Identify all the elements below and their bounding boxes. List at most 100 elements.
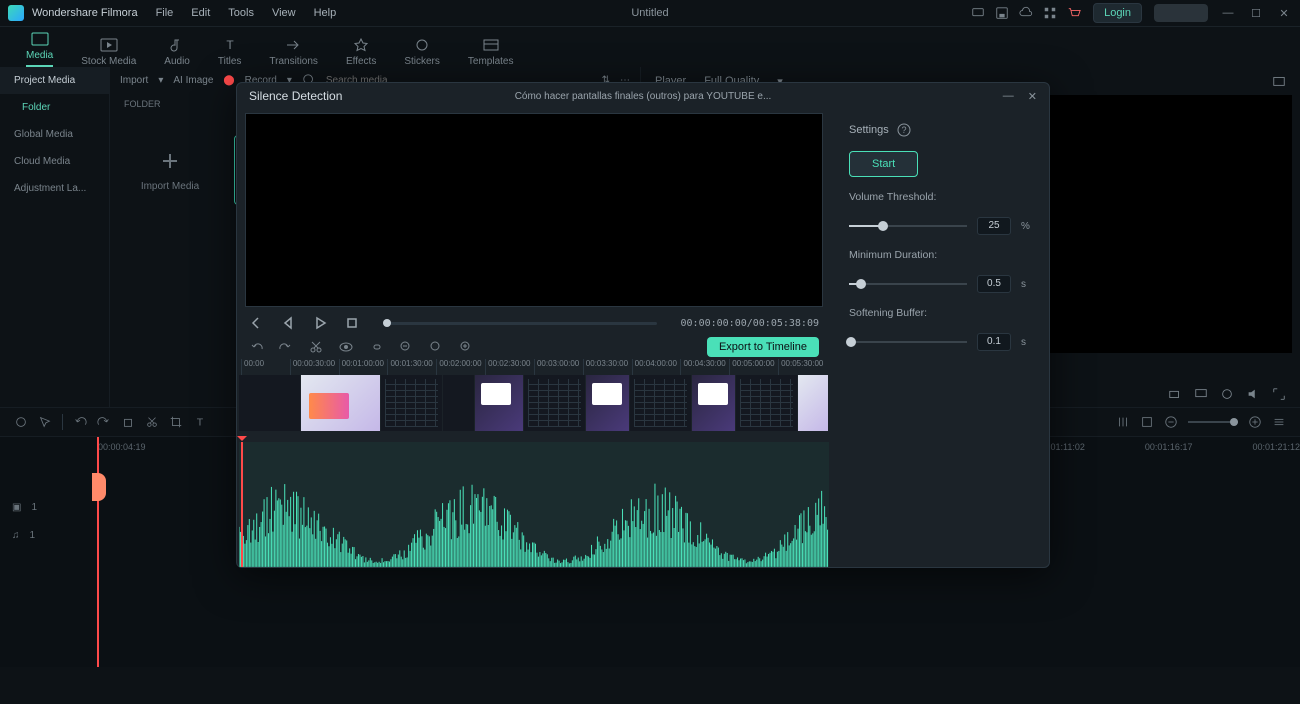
tab-media[interactable]: Media [26,32,53,67]
import-dropdown[interactable]: Import [120,75,148,86]
window-minimize-icon[interactable]: — [1220,7,1236,19]
clip-handle[interactable] [92,473,106,501]
zoom-out-icon[interactable] [399,340,413,354]
window-maximize-icon[interactable]: ☐ [1248,7,1264,20]
export-button[interactable] [1154,4,1208,22]
svg-text:T: T [226,38,234,52]
text-tool-icon[interactable]: T [193,415,207,429]
cart-icon[interactable] [1067,6,1081,20]
export-to-timeline-button[interactable]: Export to Timeline [707,337,819,357]
clip-thumb [301,375,381,431]
menu-file[interactable]: File [156,7,174,19]
sidebar-item-cloud[interactable]: Cloud Media [0,148,109,175]
ruler-tick: 00:02:00:00 [436,359,485,375]
delete-icon[interactable] [121,415,135,429]
scissors-icon[interactable] [309,340,323,354]
sidebar-item-adjustment[interactable]: Adjustment La... [0,175,109,202]
menu-help[interactable]: Help [314,7,337,19]
track-video-icon[interactable]: ▣ [12,502,21,513]
dialog-subtitle: Cómo hacer pantallas finales (outros) pa… [515,91,772,102]
undo-icon[interactable] [249,340,263,354]
ruler-tick: 00:05:00:00 [729,359,778,375]
select-icon[interactable] [38,415,52,429]
modal-playhead[interactable] [241,442,243,567]
snapshot-icon[interactable] [1272,74,1286,88]
expand-icon[interactable] [1272,387,1286,401]
tab-stock[interactable]: Stock Media [81,38,136,67]
dialog-close-icon[interactable]: ✕ [1028,90,1037,103]
zoom-in-icon[interactable] [1248,415,1262,429]
cloud-icon[interactable] [1019,6,1033,20]
volume-threshold-slider[interactable] [849,225,967,227]
dialog-minimize-icon[interactable]: — [1003,90,1014,103]
modal-timecode: 00:00:00:00/00:05:38:09 [681,318,819,329]
list-icon[interactable] [1272,415,1286,429]
frame-back-icon[interactable] [281,316,295,330]
softening-buffer-slider[interactable] [849,341,967,343]
markers-icon[interactable] [1140,415,1154,429]
zoom-out-icon[interactable] [1164,415,1178,429]
menu-tools[interactable]: Tools [228,7,254,19]
video-thumbnail-strip[interactable] [237,375,831,442]
undo-icon[interactable] [73,415,87,429]
volume-threshold-value[interactable]: 25 [977,217,1011,235]
ruler-tick: 00:01:00:00 [339,359,388,375]
crop-icon[interactable] [169,415,183,429]
camera-icon[interactable] [1168,387,1182,401]
svg-text:?: ? [901,125,906,135]
ruler-label: 00:01:16:17 [1145,442,1193,452]
timeline-playhead[interactable] [97,437,99,667]
device-icon[interactable] [971,6,985,20]
progress-track[interactable] [383,322,657,325]
tab-stock-label: Stock Media [81,56,136,67]
audio-waveform[interactable] [237,442,831,567]
sidebar-item-project-media[interactable]: Project Media [0,67,109,94]
volume-icon[interactable] [1246,387,1260,401]
window-close-icon[interactable]: ✕ [1276,7,1292,20]
link-icon[interactable] [369,340,383,354]
dialog-title: Silence Detection [249,89,342,103]
tab-templates[interactable]: Templates [468,38,514,67]
eye-icon[interactable] [339,340,353,354]
tab-audio[interactable]: Audio [164,38,190,67]
cut-icon[interactable] [145,415,159,429]
apps-icon[interactable] [1043,6,1057,20]
tab-effects[interactable]: Effects [346,38,376,67]
zoom-in-icon[interactable] [459,340,473,354]
record-icon[interactable] [1220,387,1234,401]
settings-label: Settings [849,124,889,136]
media-sidebar: Project Media Folder Global Media Cloud … [0,67,110,407]
min-duration-slider[interactable] [849,283,967,285]
min-duration-label: Minimum Duration: [849,249,1031,261]
tab-media-label: Media [26,50,53,61]
redo-icon[interactable] [97,415,111,429]
progress-handle[interactable] [383,319,391,327]
menu-edit[interactable]: Edit [191,7,210,19]
tab-titles[interactable]: TTitles [218,38,242,67]
menu-view[interactable]: View [272,7,296,19]
stop-icon[interactable] [345,316,359,330]
login-button[interactable]: Login [1093,3,1142,23]
play-icon[interactable] [313,316,327,330]
tab-stickers[interactable]: Stickers [404,38,440,67]
track-audio-icon[interactable]: ♫ [12,530,20,541]
tab-transitions[interactable]: Transitions [269,38,318,67]
audio-icon [168,38,186,52]
display-icon[interactable] [1194,387,1208,401]
softening-buffer-value[interactable]: 0.1 [977,333,1011,351]
save-icon[interactable] [995,6,1009,20]
help-icon[interactable]: ? [897,123,911,137]
step-back-icon[interactable] [249,316,263,330]
sidebar-item-global[interactable]: Global Media [0,121,109,148]
start-button[interactable]: Start [849,151,918,177]
mixer-icon[interactable] [1116,415,1130,429]
ai-image-button[interactable]: AI Image [173,75,213,86]
zoom-fit-icon[interactable] [429,340,443,354]
sidebar-item-folder[interactable]: Folder [0,94,109,121]
import-media-tile[interactable]: Import Media [130,135,210,205]
ruler-label: 00:00:04:19 [98,442,146,452]
redo-icon[interactable] [279,340,293,354]
min-duration-value[interactable]: 0.5 [977,275,1011,293]
effects-icon [352,38,370,52]
settings-icon[interactable] [14,415,28,429]
